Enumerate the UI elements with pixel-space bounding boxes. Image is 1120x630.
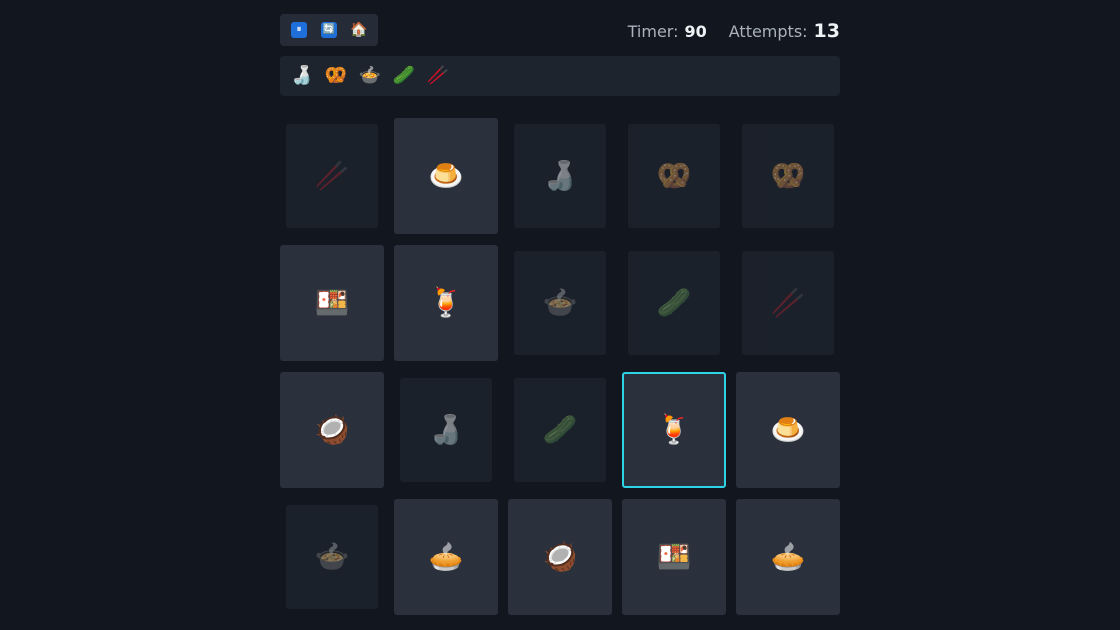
coconut-icon: 🥥	[314, 413, 350, 446]
card[interactable]: 🥥	[508, 499, 612, 615]
card[interactable]: 🍶	[400, 378, 492, 482]
card[interactable]: 🍱	[280, 245, 384, 361]
grid-cell: 🍱	[280, 245, 384, 361]
card-selected[interactable]: 🍹	[622, 372, 726, 488]
tray-item-pretzel: 🥨	[324, 65, 348, 86]
card-grid: 🥢 🍮 🍶 🥨 🥨 🍱 🍹 🍲 🥒 🥢 🥥 🍶 🥒 🍹 🍮 🍲 🥧 🥥 🍱 🥧	[280, 118, 840, 615]
grid-cell: 🍶	[508, 118, 612, 234]
grid-cell: 🍲	[508, 245, 612, 361]
pie-icon: 🥧	[428, 540, 464, 573]
tray-item-chopsticks: 🥢	[426, 65, 450, 86]
custard-icon: 🍮	[428, 159, 464, 192]
grid-cell: 🥧	[394, 499, 498, 615]
card[interactable]: 🍲	[286, 505, 378, 609]
cucumber-icon: 🥒	[542, 413, 578, 446]
card[interactable]: 🥧	[736, 499, 840, 615]
stew-icon: 🍲	[542, 286, 578, 319]
chopsticks-icon: 🥢	[314, 159, 350, 192]
grid-cell: 🥨	[622, 118, 726, 234]
bento-box-icon: 🍱	[314, 286, 350, 319]
attempts: Attempts: 13	[729, 20, 840, 42]
attempts-label: Attempts:	[728, 22, 808, 41]
stats: Timer: 90 Attempts: 13	[628, 20, 840, 42]
timer-value: 90	[684, 22, 707, 41]
pause-button[interactable]: ⏸	[291, 22, 307, 38]
pretzel-icon: 🥨	[770, 159, 806, 192]
restart-icon: 🔄	[322, 24, 336, 35]
chopsticks-icon: 🥢	[770, 286, 806, 319]
sake-icon: 🍶	[428, 413, 464, 446]
card[interactable]: 🥢	[286, 124, 378, 228]
card[interactable]: 🍶	[514, 124, 606, 228]
card[interactable]: 🍹	[394, 245, 498, 361]
pause-icon: ⏸	[296, 24, 302, 35]
grid-cell: 🥥	[508, 499, 612, 615]
custard-icon: 🍮	[770, 413, 806, 446]
pie-icon: 🥧	[770, 540, 806, 573]
card[interactable]: 🍮	[394, 118, 498, 234]
grid-cell: 🥨	[736, 118, 840, 234]
sake-icon: 🍶	[542, 159, 578, 192]
coconut-icon: 🥥	[542, 540, 578, 573]
tropical-drink-icon: 🍹	[656, 413, 692, 446]
grid-cell: 🍶	[394, 372, 498, 488]
restart-button[interactable]: 🔄	[321, 22, 337, 38]
tropical-drink-icon: 🍹	[428, 286, 464, 319]
card[interactable]: 🥨	[628, 124, 720, 228]
card[interactable]: 🥧	[394, 499, 498, 615]
grid-cell: 🥒	[508, 372, 612, 488]
grid-cell: 🥒	[622, 245, 726, 361]
top-bar: ⏸ 🔄 🏠 Timer: 90 Attempts: 13	[280, 12, 840, 46]
tray-item-cucumber: 🥒	[392, 65, 416, 86]
tray-item-sake: 🍶	[290, 65, 314, 86]
game-container: ⏸ 🔄 🏠 Timer: 90 Attempts: 13 🍶 🥨 🍲 🥒 🥢 🥢	[280, 12, 840, 615]
tray-item-stew: 🍲	[358, 65, 382, 86]
home-button[interactable]: 🏠	[350, 22, 368, 38]
card[interactable]: 🥒	[628, 251, 720, 355]
grid-cell: 🍱	[622, 499, 726, 615]
card[interactable]: 🍮	[736, 372, 840, 488]
card[interactable]: 🥥	[280, 372, 384, 488]
grid-cell: 🥥	[280, 372, 384, 488]
attempts-value: 13	[813, 20, 840, 42]
grid-cell: 🍮	[736, 372, 840, 488]
grid-cell: 🍲	[280, 499, 384, 615]
grid-cell: 🍹	[622, 372, 726, 488]
card[interactable]: 🍲	[514, 251, 606, 355]
timer: Timer: 90	[628, 22, 707, 41]
grid-cell: 🥢	[280, 118, 384, 234]
grid-cell: 🥧	[736, 499, 840, 615]
pretzel-icon: 🥨	[656, 159, 692, 192]
card[interactable]: 🥨	[742, 124, 834, 228]
card[interactable]: 🍱	[622, 499, 726, 615]
stew-icon: 🍲	[314, 540, 350, 573]
control-group: ⏸ 🔄 🏠	[280, 14, 378, 46]
card[interactable]: 🥢	[742, 251, 834, 355]
grid-cell: 🍹	[394, 245, 498, 361]
timer-label: Timer:	[627, 22, 679, 41]
bento-box-icon: 🍱	[656, 540, 692, 573]
card[interactable]: 🥒	[514, 378, 606, 482]
matched-items-tray: 🍶 🥨 🍲 🥒 🥢	[280, 56, 840, 96]
cucumber-icon: 🥒	[656, 286, 692, 319]
grid-cell: 🍮	[394, 118, 498, 234]
home-icon: 🏠	[350, 22, 368, 38]
grid-cell: 🥢	[736, 245, 840, 361]
